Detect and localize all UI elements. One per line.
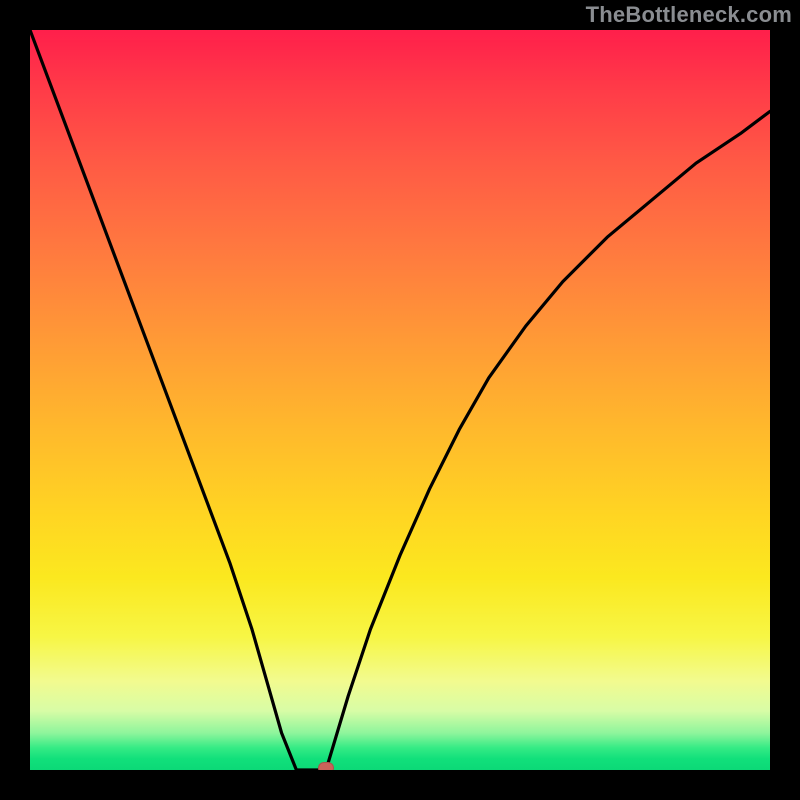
valley-marker-icon — [318, 762, 334, 770]
chart-frame: TheBottleneck.com — [0, 0, 800, 800]
watermark-text: TheBottleneck.com — [586, 2, 792, 28]
bottleneck-curve — [30, 30, 770, 770]
plot-area — [30, 30, 770, 770]
